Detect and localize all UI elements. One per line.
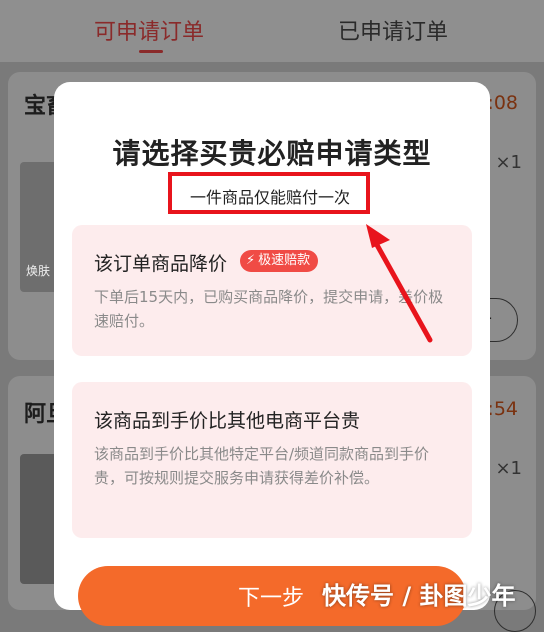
option-description: 下单后15天内，已购买商品降价，提交申请，差价极速赔付。 xyxy=(94,288,444,330)
annotation-highlight-box xyxy=(168,172,370,214)
active-tab-indicator xyxy=(139,50,163,53)
option-title: 该商品到手价比其他电商平台贵 xyxy=(94,410,361,432)
bolt-icon: ⚡ xyxy=(246,253,256,268)
option-cheaper-elsewhere[interactable]: 该商品到手价比其他电商平台贵 该商品到手价比其他特定平台/频道同款商品到手价贵，… xyxy=(72,382,472,538)
order-quantity: ×1 xyxy=(495,152,522,173)
watermark: 快传号 / 卦图少年 xyxy=(322,582,516,610)
product-tag: 焕肤 xyxy=(26,264,51,278)
fast-payout-badge: ⚡ 极速赔款 xyxy=(240,250,319,272)
badge-label: 极速赔款 xyxy=(258,253,311,268)
option-title: 该订单商品降价 xyxy=(94,253,228,275)
order-tabs: 可申请订单 已申请订单 xyxy=(0,0,544,62)
option-price-drop[interactable]: 该订单商品降价 ⚡ 极速赔款 下单后15天内，已购买商品降价，提交申请，差价极速赔… xyxy=(72,225,472,356)
tab-applied-orders[interactable]: 已申请订单 xyxy=(338,14,448,46)
option-description: 该商品到手价比其他特定平台/频道同款商品到手价贵，可按规则提交服务申请获得差价补… xyxy=(94,445,430,487)
dialog-title: 请选择买贵必赔申请类型 xyxy=(112,137,432,170)
order-quantity: ×1 xyxy=(495,458,522,479)
tab-applicable-orders[interactable]: 可申请订单 xyxy=(94,14,204,46)
next-step-label: 下一步 xyxy=(238,586,305,611)
